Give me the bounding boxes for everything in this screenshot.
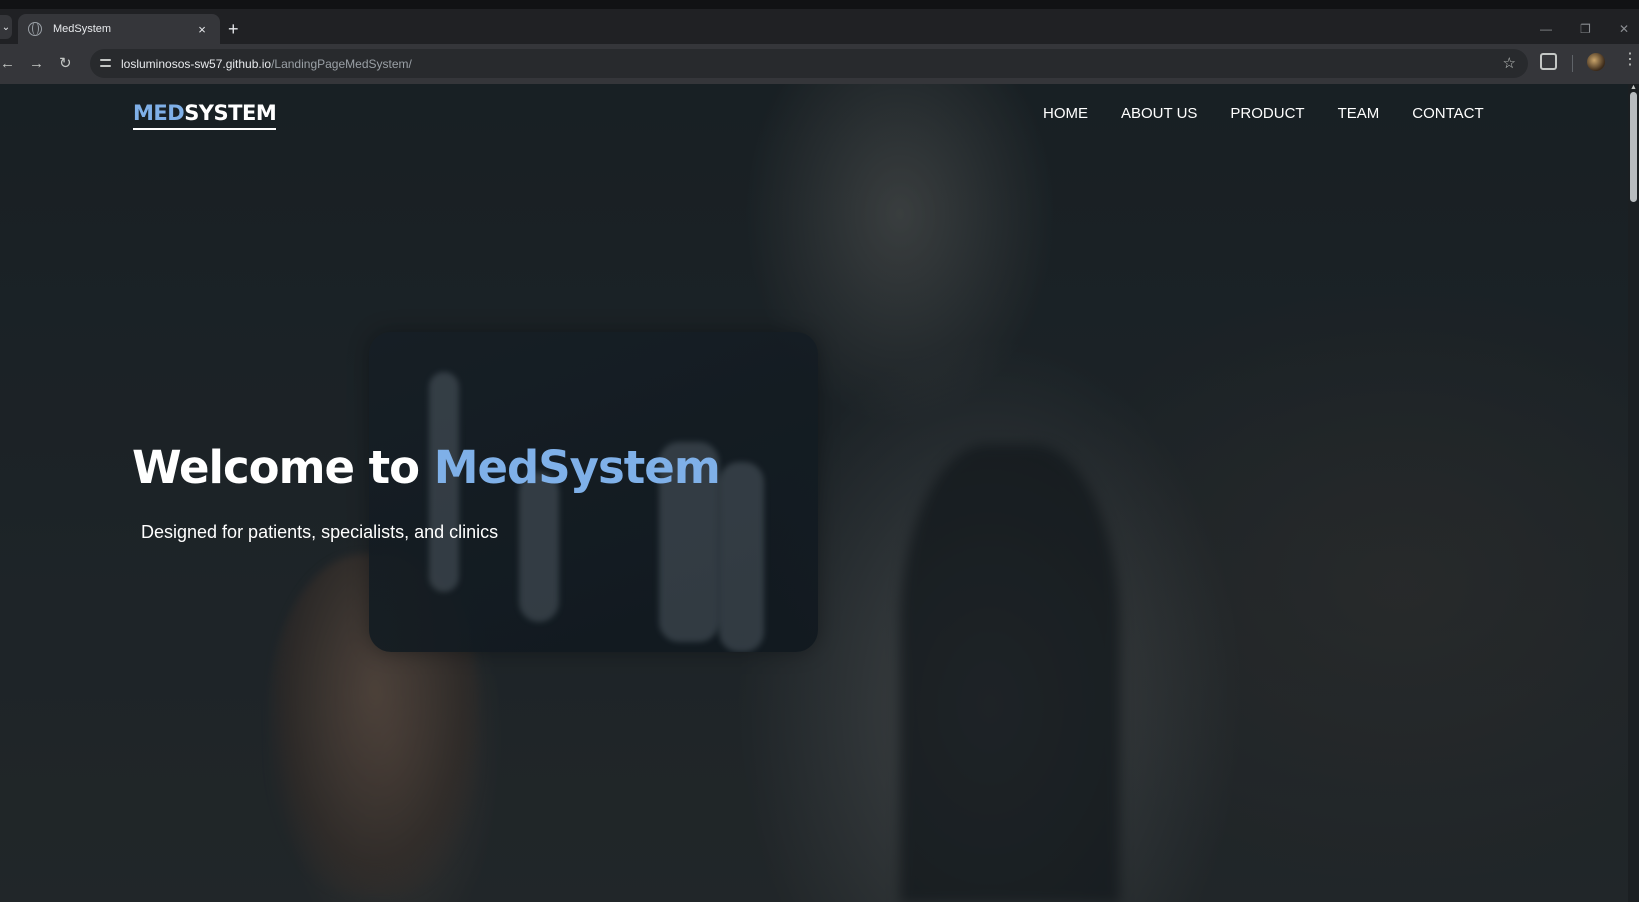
tab-active[interactable]: MedSystem × [18,14,220,44]
hero-title: Welcome to MedSystem [132,441,721,494]
profile-avatar[interactable] [1587,53,1605,71]
nav-link-team[interactable]: TEAM [1338,105,1380,122]
hero-title-prefix: Welcome to [132,441,434,494]
new-tab-button[interactable]: + [228,20,239,38]
browser-menu-icon[interactable]: ⋮ [1622,52,1638,68]
nav-link-product[interactable]: PRODUCT [1230,105,1304,122]
address-bar[interactable]: losluminosos-sw57.github.io/LandingPageM… [90,49,1528,78]
reload-icon[interactable]: ↻ [59,54,72,74]
browser-toolbar: ← → ↻ losluminosos-sw57.github.io/Landin… [0,44,1639,84]
extensions-icon[interactable] [1540,53,1557,70]
logo-part-system: SYSTEM [184,101,277,125]
logo-part-med: MED [133,101,185,125]
title-bar [0,0,1639,9]
globe-icon [28,22,42,36]
close-window-icon[interactable]: ✕ [1619,23,1629,35]
bookmark-star-icon[interactable]: ☆ [1503,54,1516,72]
scroll-up-icon[interactable]: ▲ [1630,84,1637,91]
scrollbar-thumb[interactable] [1630,92,1637,202]
main-nav: HOME ABOUT US PRODUCT TEAM CONTACT [1043,105,1517,122]
url-domain: losluminosos-sw57.github.io [121,57,272,71]
hero-subtitle: Designed for patients, specialists, and … [141,522,499,542]
restore-icon[interactable]: ❐ [1580,23,1591,35]
tab-title: MedSystem [53,23,112,35]
nav-link-contact[interactable]: CONTACT [1412,105,1483,122]
tab-strip: ⌄ MedSystem × + — ❐ ✕ [0,9,1639,44]
page-viewport: MEDSYSTEM HOME ABOUT US PRODUCT TEAM CON… [0,84,1639,902]
nav-link-about-us[interactable]: ABOUT US [1121,105,1197,122]
nav-link-home[interactable]: HOME [1043,105,1088,122]
minimize-icon[interactable]: — [1540,23,1552,35]
close-tab-icon[interactable]: × [194,22,210,37]
url-path: /LandingPageMedSystem/ [271,57,412,71]
tab-search-button[interactable]: ⌄ [0,15,12,39]
forward-icon[interactable]: → [29,54,44,74]
hero-title-accent: MedSystem [433,441,721,494]
site-info-icon[interactable] [98,56,113,71]
page-scrollbar[interactable]: ▲ [1628,84,1639,902]
url-text[interactable]: losluminosos-sw57.github.io/LandingPageM… [121,57,412,71]
site-logo[interactable]: MEDSYSTEM [133,101,277,130]
back-icon[interactable]: ← [0,54,15,74]
browser-chrome: ⌄ MedSystem × + — ❐ ✕ ← → ↻ losluminosos… [0,0,1639,84]
toolbar-divider [1572,55,1573,72]
